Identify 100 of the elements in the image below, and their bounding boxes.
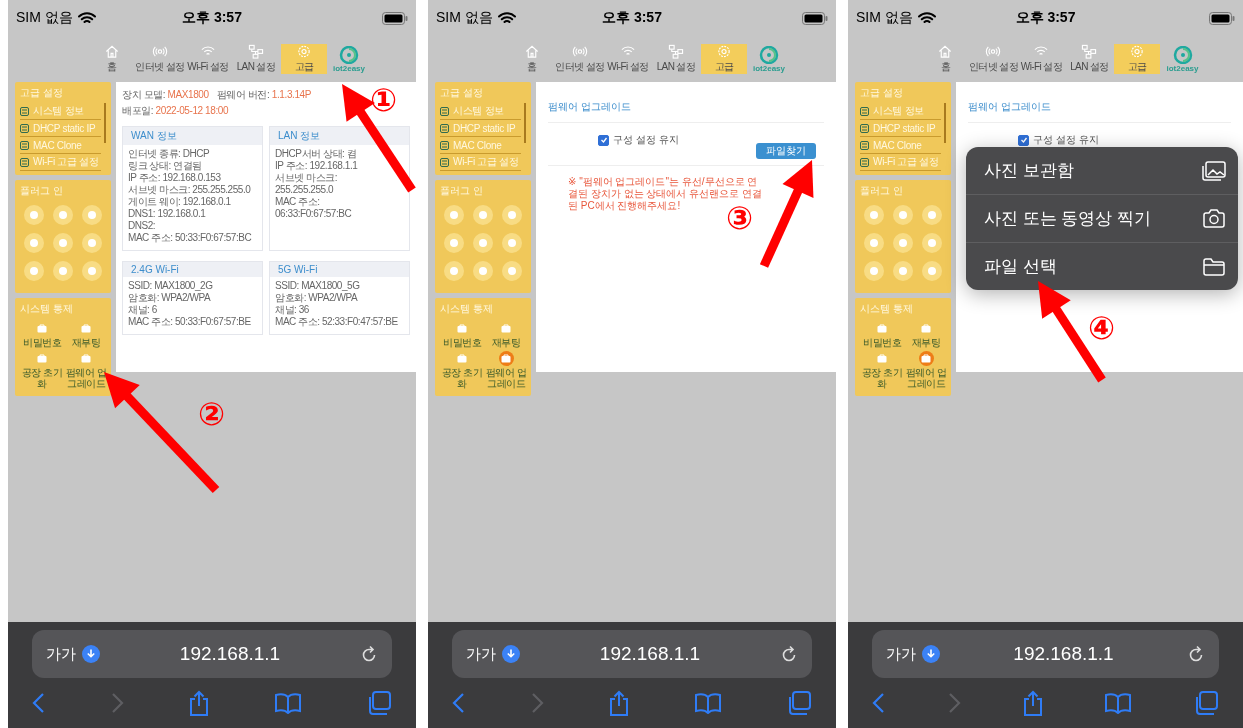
info-line: SSID: MAX1800_2G — [128, 280, 214, 292]
text-size-button[interactable]: 가가 — [466, 644, 496, 664]
system-tile[interactable]: 공장 초기화 — [860, 351, 904, 389]
carrier-label: SIM 없음 — [16, 9, 73, 27]
section-title: 고급 설정 — [860, 86, 904, 100]
bookmarks-icon[interactable] — [1104, 692, 1133, 714]
tabs-icon[interactable] — [366, 690, 392, 716]
tabs-icon[interactable] — [786, 690, 812, 716]
plugin-icon[interactable] — [81, 261, 102, 281]
system-tile[interactable]: 공장 초기화 — [440, 351, 484, 389]
plugin-icon[interactable] — [893, 233, 913, 253]
plugin-icon[interactable] — [473, 205, 493, 225]
section-title: 플러그 인 — [20, 184, 64, 198]
system-tile[interactable]: 재부팅 — [484, 321, 528, 348]
nav-tab[interactable]: 인터넷 설정 — [557, 44, 603, 74]
plugin-icon[interactable] — [921, 205, 942, 225]
forward-icon[interactable] — [946, 692, 961, 714]
plugin-icon[interactable] — [24, 233, 45, 253]
plugin-icon[interactable] — [53, 233, 73, 253]
system-tile[interactable]: 펌웨어 업그레이드 — [484, 351, 528, 389]
reload-icon[interactable] — [360, 644, 378, 664]
plugin-icon[interactable] — [444, 261, 465, 281]
nav-tab[interactable]: 홈 — [922, 44, 969, 74]
system-tile[interactable]: 비밀번호 — [440, 321, 484, 348]
plugin-icon[interactable] — [921, 233, 942, 253]
list-icon — [860, 157, 869, 167]
plugin-icon[interactable] — [921, 261, 942, 281]
nav-tab[interactable]: 인터넷 설정 — [970, 44, 1017, 74]
address-bar[interactable]: 가가 192.168.1.1 — [32, 630, 392, 678]
plugin-icon[interactable] — [24, 205, 45, 225]
address-bar[interactable]: 가가 192.168.1.1 — [872, 630, 1219, 678]
plugin-icon[interactable] — [24, 261, 45, 281]
checkbox[interactable] — [1018, 134, 1029, 146]
plugin-icon[interactable] — [864, 233, 885, 253]
system-tile[interactable]: 재부팅 — [64, 321, 108, 348]
share-icon[interactable] — [608, 690, 630, 716]
system-tile[interactable]: 재부팅 — [904, 321, 948, 348]
checkbox-label: 구성 설정 유지 — [613, 133, 679, 147]
plugin-icon[interactable] — [501, 205, 522, 225]
nav-tab[interactable]: 고급 — [701, 44, 747, 74]
gear-icon — [1129, 44, 1146, 59]
text-size-button[interactable]: 가가 — [886, 644, 916, 664]
nav-tab[interactable]: 고급 — [281, 44, 327, 74]
back-icon[interactable] — [32, 692, 46, 714]
address-bar[interactable]: 가가 192.168.1.1 — [452, 630, 812, 678]
menu-item[interactable]: 사진 또는 동영상 찍기 — [966, 195, 1238, 243]
share-icon[interactable] — [1021, 690, 1044, 716]
plugin-icon[interactable] — [81, 233, 102, 253]
system-tile[interactable]: 공장 초기화 — [20, 351, 64, 389]
nav-tab[interactable]: 고급 — [1114, 44, 1161, 74]
plugin-icon[interactable] — [444, 233, 465, 253]
download-icon[interactable] — [922, 645, 940, 663]
find-file-button[interactable]: 파일찾기 — [756, 143, 816, 159]
nav-tab[interactable]: LAN 설정 — [653, 44, 699, 74]
system-tile[interactable]: 펌웨어 업그레이드 — [904, 351, 948, 389]
tabs-icon[interactable] — [1193, 690, 1219, 716]
checkbox[interactable] — [598, 134, 609, 146]
clock-time: 오후 3:57 — [601, 9, 663, 27]
url-text: 192.168.1.1 — [1012, 643, 1115, 665]
nav-tab[interactable]: LAN 설정 — [1066, 44, 1113, 74]
plugin-icon[interactable] — [893, 261, 913, 281]
system-tile[interactable]: 펌웨어 업그레이드 — [64, 351, 108, 389]
download-icon[interactable] — [502, 645, 520, 663]
back-icon[interactable] — [452, 692, 466, 714]
nav-tab[interactable]: 홈 — [89, 44, 135, 74]
reload-icon[interactable] — [1187, 644, 1205, 664]
plugin-icon[interactable] — [501, 261, 522, 281]
plugin-icon[interactable] — [473, 261, 493, 281]
antenna-icon — [985, 44, 1002, 59]
plugin-icon[interactable] — [473, 233, 493, 253]
reload-icon[interactable] — [780, 644, 798, 664]
plugin-icon[interactable] — [53, 261, 73, 281]
download-icon[interactable] — [82, 645, 100, 663]
plugin-icon[interactable] — [864, 261, 885, 281]
plugin-icon[interactable] — [53, 205, 73, 225]
system-tile[interactable]: 비밀번호 — [860, 321, 904, 348]
wifi-icon — [497, 11, 516, 25]
nav-tab[interactable]: LAN 설정 — [233, 44, 279, 74]
share-icon[interactable] — [188, 690, 210, 716]
plugin-icon[interactable] — [864, 205, 885, 225]
plugin-icon[interactable] — [501, 233, 522, 253]
nav-tab[interactable]: 홈 — [509, 44, 555, 74]
bookmarks-icon[interactable] — [274, 692, 302, 714]
info-line: 링크 상태: 연결됨 — [128, 160, 203, 172]
back-icon[interactable] — [872, 692, 886, 714]
bookmarks-icon[interactable] — [694, 692, 722, 714]
nav-tab[interactable]: Wi-Fi 설정 — [185, 44, 231, 74]
menu-item[interactable]: 파일 선택 — [966, 243, 1238, 290]
nav-tab[interactable]: Wi-Fi 설정 — [605, 44, 651, 74]
list-icon — [440, 106, 449, 116]
menu-item[interactable]: 사진 보관함 — [966, 147, 1238, 195]
text-size-button[interactable]: 가가 — [46, 644, 76, 664]
plugin-icon[interactable] — [893, 205, 913, 225]
nav-tab[interactable]: Wi-Fi 설정 — [1018, 44, 1065, 74]
forward-icon[interactable] — [530, 692, 544, 714]
plugin-icon[interactable] — [444, 205, 465, 225]
system-tile[interactable]: 비밀번호 — [20, 321, 64, 348]
plugin-icon[interactable] — [81, 205, 102, 225]
forward-icon[interactable] — [110, 692, 124, 714]
nav-tab[interactable]: 인터넷 설정 — [137, 44, 183, 74]
